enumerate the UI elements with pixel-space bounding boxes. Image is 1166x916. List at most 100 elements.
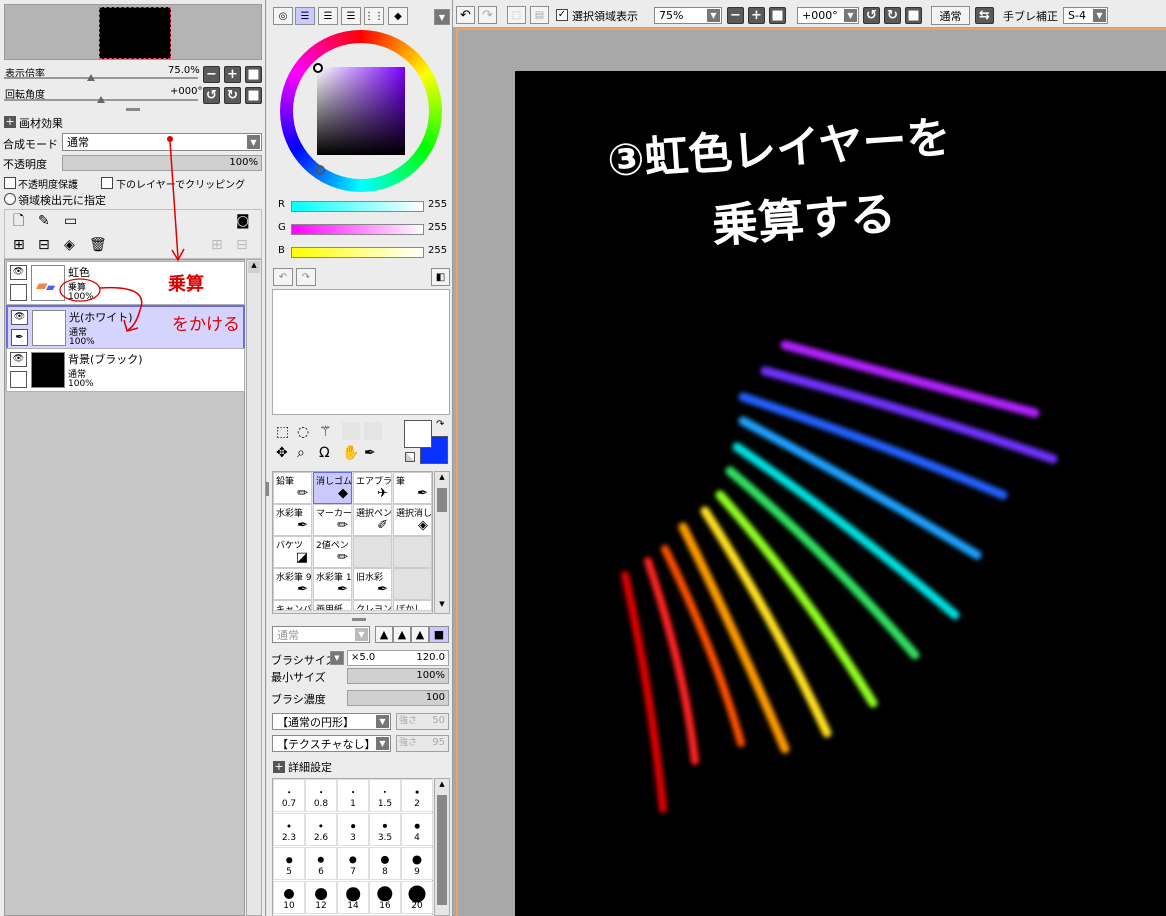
- undo-mini-button[interactable]: ↶: [273, 268, 293, 286]
- tool-7[interactable]: 選択消し ◈: [393, 504, 432, 536]
- brush-edge-flat[interactable]: ■: [429, 626, 449, 643]
- texture-strength-slider[interactable]: 強さ 95: [396, 735, 449, 752]
- plus-icon[interactable]: +: [273, 761, 285, 773]
- size-preset[interactable]: 9: [401, 847, 433, 880]
- tool-2[interactable]: エアブラシ✈: [353, 472, 392, 504]
- size-preset[interactable]: 8: [369, 847, 401, 880]
- saturation-value-square[interactable]: [317, 67, 405, 155]
- transparent-color-icon[interactable]: [405, 452, 415, 462]
- toolbar-rotate-reset[interactable]: ■: [905, 7, 922, 24]
- brush-mode-select[interactable]: 通常 ▼: [272, 626, 370, 643]
- size-preset[interactable]: 3: [337, 813, 369, 846]
- flip-view-button[interactable]: ⇆: [975, 7, 994, 24]
- min-size-slider[interactable]: 100%: [347, 668, 449, 684]
- rotation-select[interactable]: +000° ▼: [797, 7, 859, 24]
- brush-edge-medium[interactable]: ▲: [393, 626, 411, 643]
- hsv-slider-tab[interactable]: ☰: [318, 7, 338, 25]
- zoom-icon[interactable]: ⌕: [297, 445, 305, 461]
- tool-8[interactable]: バケツ ◪: [273, 536, 312, 568]
- color-wheel-tab[interactable]: ◎: [273, 7, 293, 25]
- rect-select-icon[interactable]: ⬚: [276, 424, 289, 440]
- magic-wand-icon[interactable]: ⚚: [319, 424, 332, 440]
- color-mix-tab[interactable]: ☰: [341, 7, 361, 25]
- rotate-view-icon[interactable]: Ω: [319, 445, 330, 461]
- tool-grid-scrollbar[interactable]: ▲ ▼: [434, 471, 450, 614]
- size-preset[interactable]: 1.5: [369, 779, 401, 812]
- redo-mini-button[interactable]: ↷: [296, 268, 316, 286]
- size-preset[interactable]: 14: [337, 881, 369, 914]
- stabilizer-select[interactable]: S-4 ▼: [1063, 7, 1108, 24]
- tool-19[interactable]: ぼかし: [393, 600, 432, 611]
- brush-edge-hard[interactable]: ▲: [411, 626, 429, 643]
- scratch-pad[interactable]: [272, 289, 450, 415]
- panel-menu-button[interactable]: ▼: [434, 9, 450, 25]
- rgb-slider-tab[interactable]: ☰: [295, 7, 315, 25]
- size-preset[interactable]: 0.7: [273, 779, 305, 812]
- scratchpad-tab[interactable]: ◆: [388, 7, 408, 25]
- tool-16[interactable]: キャンバス: [273, 600, 312, 611]
- foreground-color-swatch[interactable]: [404, 420, 432, 448]
- r-slider[interactable]: [291, 201, 424, 212]
- size-preset[interactable]: 5: [273, 847, 305, 880]
- size-preset[interactable]: 4: [401, 813, 433, 846]
- texture-select[interactable]: 【テクスチャなし】 ▼: [272, 735, 391, 752]
- toolbar-rotate-right[interactable]: ↻: [884, 7, 901, 24]
- swatches-tab[interactable]: ⋮⋮: [364, 7, 384, 25]
- size-preset[interactable]: 0.8: [305, 779, 337, 812]
- size-preset[interactable]: 2: [401, 779, 433, 812]
- redo-button[interactable]: ↷: [478, 6, 497, 24]
- detail-settings-label[interactable]: 詳細設定: [288, 759, 332, 775]
- tool-17[interactable]: 画用紙: [313, 600, 352, 611]
- size-preset[interactable]: 20: [401, 881, 433, 914]
- size-preset[interactable]: 3.5: [369, 813, 401, 846]
- sv-cursor[interactable]: [313, 63, 323, 73]
- invert-selection-button[interactable]: ▤: [530, 6, 549, 24]
- tool-4[interactable]: 水彩筆 ✒: [273, 504, 312, 536]
- tool-12[interactable]: 水彩筆 9版✒: [273, 568, 312, 600]
- size-preset[interactable]: 1: [337, 779, 369, 812]
- swap-colors-icon[interactable]: ↷: [436, 419, 444, 430]
- brush-size-slider[interactable]: ×5.0 120.0: [347, 650, 449, 666]
- tool-0[interactable]: 鉛筆 ✏: [273, 472, 312, 504]
- layer-lock-box[interactable]: [10, 371, 27, 388]
- size-multiplier-button[interactable]: ▼: [330, 651, 344, 665]
- tool-5[interactable]: マーカー ✏: [313, 504, 352, 536]
- tool-18[interactable]: クレヨン: [353, 600, 392, 611]
- panel-splitter-2[interactable]: [352, 618, 366, 621]
- size-preset[interactable]: 7: [337, 847, 369, 880]
- toolbar-zoom-in[interactable]: +: [748, 7, 765, 24]
- lasso-icon[interactable]: ◌: [297, 424, 309, 440]
- deselect-button[interactable]: ⬚: [507, 6, 526, 24]
- tool-3[interactable]: 筆 ✒: [393, 472, 432, 504]
- shape-strength-slider[interactable]: 強さ 50: [396, 713, 449, 730]
- toolbar-zoom-reset[interactable]: ■: [769, 7, 786, 24]
- hand-icon[interactable]: ✋: [342, 445, 359, 461]
- eyedropper-icon[interactable]: ✒: [364, 445, 376, 461]
- density-slider[interactable]: 100: [347, 690, 449, 706]
- brush-edge-soft[interactable]: ▲: [375, 626, 393, 643]
- view-mode-button[interactable]: 通常: [931, 6, 970, 25]
- toolbar-zoom-out[interactable]: −: [727, 7, 744, 24]
- size-grid-scrollbar[interactable]: ▲: [434, 778, 450, 916]
- hue-cursor[interactable]: [315, 165, 325, 175]
- size-preset[interactable]: 2.6: [305, 813, 337, 846]
- size-preset[interactable]: 2.3: [273, 813, 305, 846]
- scratch-clear-button[interactable]: ◧: [431, 268, 450, 286]
- size-preset[interactable]: 6: [305, 847, 337, 880]
- tool-1[interactable]: 消しゴム ◆: [313, 472, 352, 504]
- resize-handle[interactable]: [266, 482, 269, 496]
- brush-shape-select[interactable]: 【通常の円形】 ▼: [272, 713, 391, 730]
- toolbar-rotate-left[interactable]: ↺: [863, 7, 880, 24]
- undo-button[interactable]: ↶: [456, 6, 475, 24]
- size-preset[interactable]: 16: [369, 881, 401, 914]
- tool-14[interactable]: 旧水彩 ✒: [353, 568, 392, 600]
- zoom-select[interactable]: 75% ▼: [654, 7, 722, 24]
- size-preset[interactable]: 12: [305, 881, 337, 914]
- size-preset[interactable]: 10: [273, 881, 305, 914]
- g-slider[interactable]: [291, 224, 424, 235]
- b-slider[interactable]: [291, 247, 424, 258]
- tool-6[interactable]: 選択ペン ✐: [353, 504, 392, 536]
- show-selection-checkbox[interactable]: ✓: [556, 9, 568, 21]
- tool-9[interactable]: 2値ペン ✏: [313, 536, 352, 568]
- tool-13[interactable]: 水彩筆 10版✒: [313, 568, 352, 600]
